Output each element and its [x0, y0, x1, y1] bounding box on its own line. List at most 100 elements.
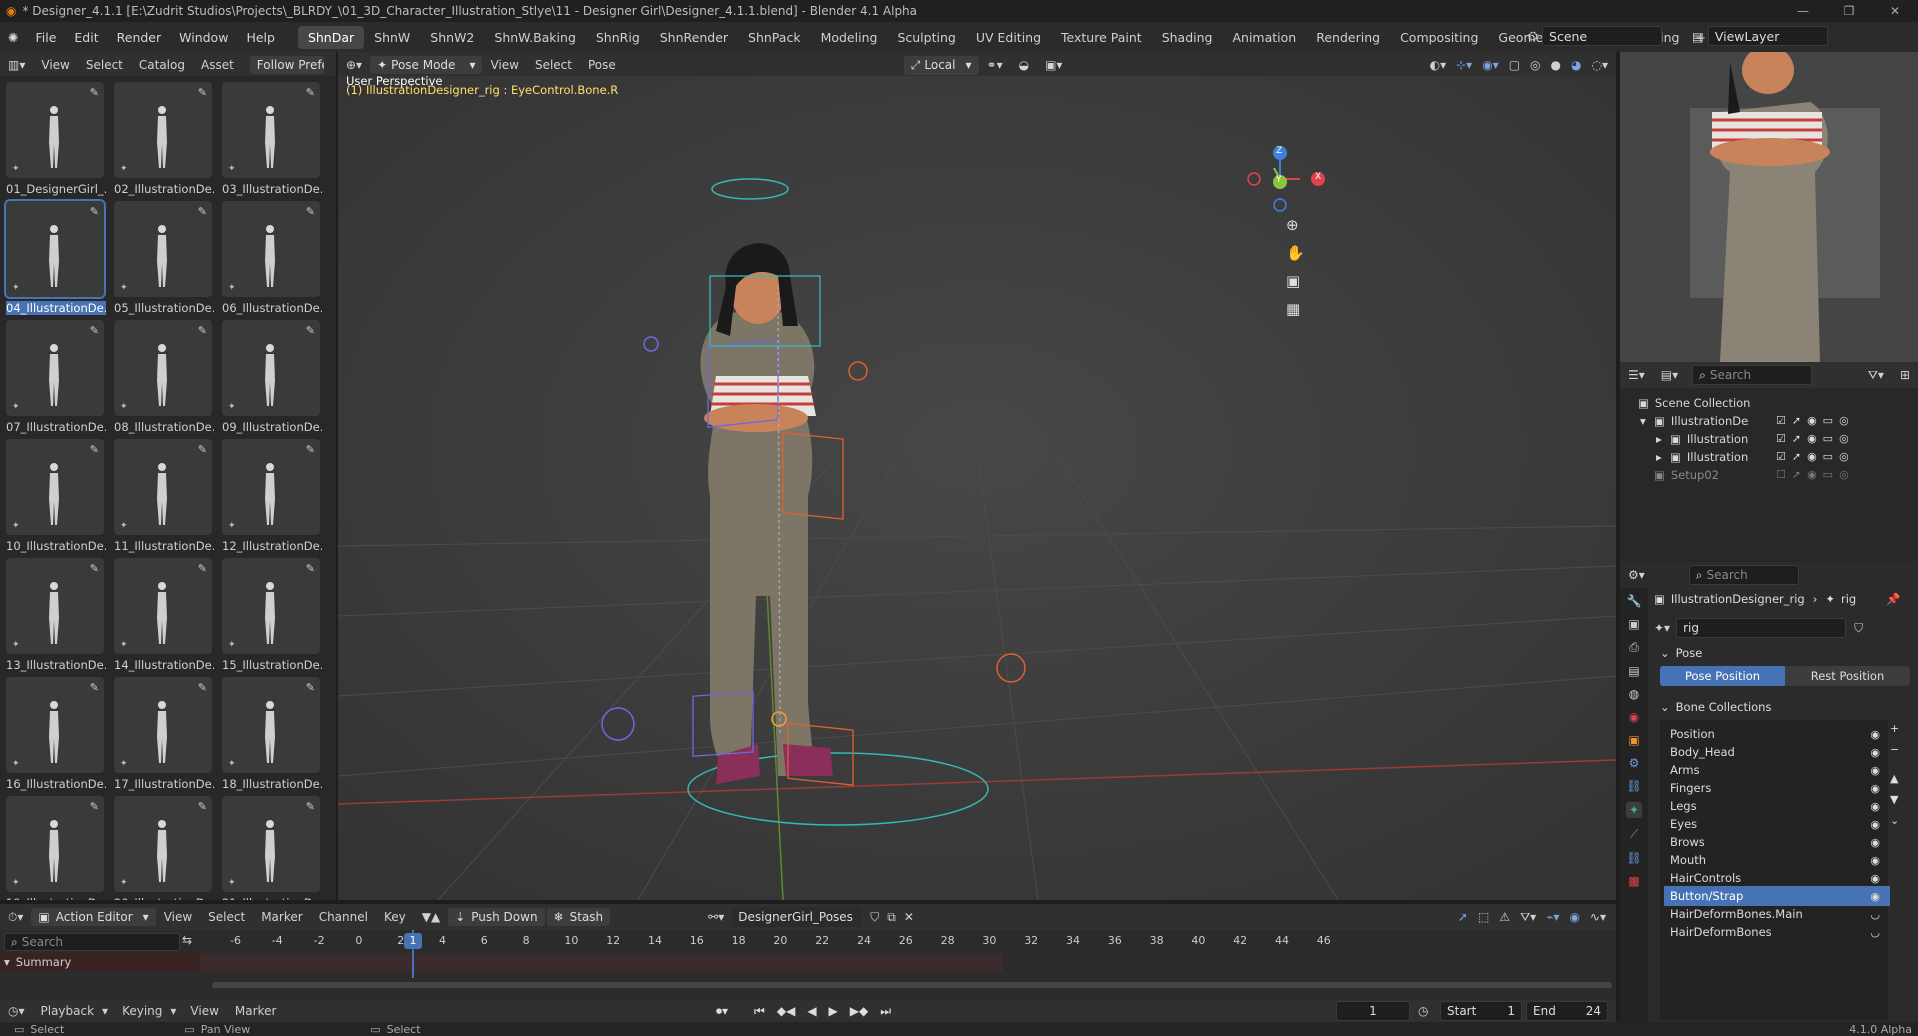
asset-menu-asset[interactable]: Asset [193, 58, 242, 72]
asset-thumbnail[interactable]: ✎ ✦ 15_IllustrationDe... [222, 558, 326, 676]
only-selected-icon[interactable]: ➚ [1458, 910, 1468, 924]
edit-asset-icon[interactable]: ✎ [198, 681, 207, 694]
asset-thumbnail[interactable]: ✎ ✦ 11_IllustrationDe... [114, 439, 218, 557]
asset-thumbnail[interactable]: ✎ ✦ 10_IllustrationDe... [6, 439, 110, 557]
add-collection-icon[interactable]: + [1890, 722, 1899, 735]
edit-asset-icon[interactable]: ✎ [198, 324, 207, 337]
eye-closed-icon[interactable]: ◡ [1870, 908, 1880, 921]
3d-viewport[interactable]: User Perspective (1) IllustrationDesigne… [338, 76, 1616, 900]
bone-collection-item[interactable]: Legs ◉ [1664, 796, 1890, 816]
asset-thumbnail[interactable]: ✎ ✦ 05_IllustrationDe... [114, 201, 218, 319]
pose-position-button[interactable]: Pose Position [1660, 666, 1785, 686]
current-frame-indicator[interactable]: 1 [404, 933, 422, 949]
asset-thumbnail[interactable]: ✎ ✦ 03_IllustrationDe... [222, 82, 326, 200]
new-collection-icon[interactable]: ⊞ [1892, 368, 1918, 382]
eye-icon[interactable]: ◉ [1870, 890, 1880, 903]
outliner-item[interactable]: ▾▣IllustrationDesig [1640, 412, 1749, 430]
display-mode-icon[interactable]: ▤▾ [1653, 368, 1686, 382]
tab-shndar[interactable]: ShnDar [297, 25, 365, 49]
bone-collection-item[interactable]: Brows ◉ [1664, 832, 1890, 852]
outliner-editor-icon[interactable]: ☰▾ [1620, 368, 1653, 382]
follow-prefs-button[interactable]: Follow Prefer [249, 56, 324, 74]
proportional-icon[interactable]: ▣▾ [1037, 58, 1070, 72]
asset-thumbnail[interactable]: ✎ ✦ 06_IllustrationDe... [222, 201, 326, 319]
constraint-tab-icon[interactable]: ⛓ [1626, 779, 1641, 793]
mode-selector[interactable]: ✦ Pose Mode ▾ [370, 56, 483, 74]
blender-menu-icon[interactable]: ✺ [0, 30, 26, 45]
tab-uv-editing[interactable]: UV Editing [966, 26, 1051, 49]
current-frame-field[interactable]: 1 [1336, 1001, 1410, 1021]
move-down-icon[interactable]: ▼ [1890, 793, 1899, 806]
eye-icon[interactable]: ◉ [1870, 836, 1880, 849]
timeline-menu-view[interactable]: View [182, 1004, 226, 1018]
bone-collection-item[interactable]: HairDeformBones.Main ◡ [1664, 904, 1890, 924]
edit-asset-icon[interactable]: ✎ [90, 86, 99, 99]
layer-arrows-icon[interactable]: ▼▲ [414, 910, 448, 924]
action-browse-icon[interactable]: ⚯▾ [700, 910, 732, 924]
ortho-grid-icon[interactable]: ▦ [1286, 300, 1305, 318]
camera-view-icon[interactable]: ▣ [1286, 272, 1305, 290]
edit-asset-icon[interactable]: ✎ [90, 443, 99, 456]
minimize-icon[interactable]: — [1780, 4, 1826, 18]
tool-tab-icon[interactable]: 🔧 [1627, 594, 1642, 608]
asset-thumbnail[interactable]: ✎ ✦ 16_IllustrationDe... [6, 677, 110, 795]
play-icon[interactable]: ▶ [829, 1004, 838, 1018]
tab-shading[interactable]: Shading [1152, 26, 1223, 49]
eye-icon[interactable]: ◉ [1870, 746, 1880, 759]
gizmo-toggle-icon[interactable]: ⊹▾ [1456, 58, 1472, 72]
eye-icon[interactable]: ◉ [1870, 782, 1880, 795]
rest-position-button[interactable]: Rest Position [1785, 666, 1910, 686]
action-name-field[interactable]: DesignerGirl_Poses [732, 907, 863, 927]
asset-thumbnail[interactable]: ✎ ✦ 12_IllustrationDe... [222, 439, 326, 557]
action-menu-view[interactable]: View [156, 910, 200, 924]
autosnap-icon[interactable]: ⌁▾ [1546, 910, 1559, 924]
asset-menu-catalog[interactable]: Catalog [131, 58, 193, 72]
asset-thumbnail[interactable]: ✎ ✦ 08_IllustrationDe... [114, 320, 218, 438]
asset-thumbnail[interactable]: ✎ ✦ 04_IllustrationDe... [4, 199, 110, 319]
bone-collection-item[interactable]: HairDeformBones ◡ [1664, 922, 1890, 942]
action-menu-channel[interactable]: Channel [311, 910, 376, 924]
render-tab-icon[interactable]: ▣ [1628, 617, 1639, 631]
edit-asset-icon[interactable]: ✎ [90, 681, 99, 694]
bone-collection-item[interactable]: Fingers ◉ [1664, 778, 1890, 798]
eye-icon[interactable]: ◉ [1870, 728, 1880, 741]
edit-asset-icon[interactable]: ✎ [306, 86, 315, 99]
output-tab-icon[interactable]: ⎙ [1629, 640, 1639, 655]
outliner-restriction-toggles[interactable]: ☑➚◉▭◎ ☑➚◉▭◎ ☑➚◉▭◎ ☐➚◉▭◎ [1776, 412, 1916, 484]
bone-collections-panel-header[interactable]: ⌄ Bone Collections [1660, 700, 1771, 714]
solid-shading-icon[interactable]: ● [1551, 58, 1561, 72]
duplicate-action-icon[interactable]: ⧉ [887, 910, 896, 925]
maximize-icon[interactable]: ❐ [1826, 4, 1872, 18]
menu-render[interactable]: Render [108, 30, 171, 45]
edit-asset-icon[interactable]: ✎ [306, 443, 315, 456]
asset-thumbnail[interactable]: ✎ ✦ 13_IllustrationDe... [6, 558, 110, 676]
eye-icon[interactable]: ◉ [1870, 800, 1880, 813]
push-down-button[interactable]: ⇣ Push Down [448, 908, 545, 926]
channel-search-input[interactable]: ⌕ Search [4, 933, 180, 951]
edit-asset-icon[interactable]: ✎ [306, 800, 315, 813]
menu-window[interactable]: Window [170, 30, 237, 45]
interpolation-icon[interactable]: ∿▾ [1590, 910, 1606, 924]
tab-shnw-baking[interactable]: ShnW.Baking [484, 26, 585, 49]
prev-keyframe-icon[interactable]: ◆◀ [777, 1004, 795, 1018]
transform-orientation[interactable]: ⤢ Local ▾ [903, 55, 979, 75]
outliner-item[interactable]: ▸▣IllustrationDe [1656, 430, 1749, 448]
bone-collection-item[interactable]: HairControls ◉ [1664, 868, 1890, 888]
tab-shnw[interactable]: ShnW [364, 26, 420, 49]
edit-asset-icon[interactable]: ✎ [306, 562, 315, 575]
modifier-tab-icon[interactable]: ⚙ [1629, 756, 1640, 770]
pin-icon[interactable]: 📌 [1886, 592, 1900, 606]
action-menu-key[interactable]: Key [376, 910, 414, 924]
timeline-menu-playback[interactable]: Playback [33, 1004, 103, 1018]
armature-data-tab-icon[interactable]: ✦ [1625, 802, 1643, 818]
viewport-menu-view[interactable]: View [482, 58, 526, 72]
bone-collection-item[interactable]: Eyes ◉ [1664, 814, 1890, 834]
edit-asset-icon[interactable]: ✎ [90, 800, 99, 813]
asset-thumbnail[interactable]: ✎✦20_IllustrationDe... [114, 796, 218, 900]
edit-asset-icon[interactable]: ✎ [90, 562, 99, 575]
pivot-icon[interactable]: ⚭▾ [979, 58, 1011, 72]
properties-search-input[interactable]: ⌕ Search [1688, 565, 1799, 585]
view-layer-selector[interactable]: ViewLayer [1707, 26, 1828, 46]
bone-collection-item[interactable]: Button/Strap ◉ [1664, 886, 1890, 906]
only-errors-icon[interactable]: ⚠ [1499, 910, 1510, 924]
